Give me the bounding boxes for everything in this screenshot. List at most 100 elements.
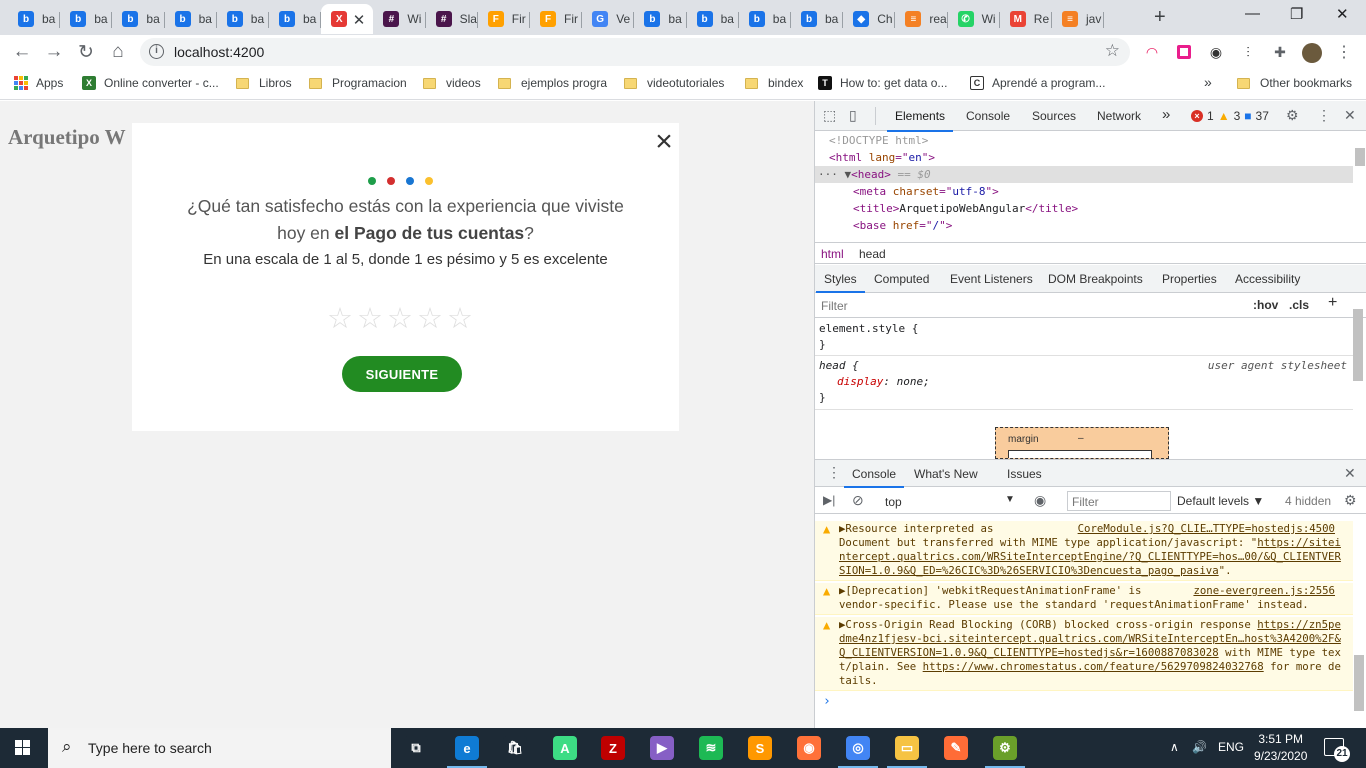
browser-tab[interactable]: G Ve: [582, 4, 635, 34]
close-icon[interactable]: ×: [649, 127, 679, 157]
head-node-selected[interactable]: ··· ▼<head> == $0: [815, 166, 1353, 183]
next-button[interactable]: SIGUIENTE: [342, 356, 462, 392]
tab-console[interactable]: Console: [966, 109, 1010, 123]
spotify-icon[interactable]: ≋: [699, 736, 723, 760]
site-info-icon[interactable]: i: [149, 44, 164, 59]
bookmark-folder[interactable]: videotutoriales: [624, 76, 724, 90]
browser-tab[interactable]: X ✕: [321, 4, 374, 34]
browser-tab[interactable]: ✆ Wi: [948, 4, 1000, 34]
title-node[interactable]: <title>ArquetipoWebAngular</title>: [853, 200, 1078, 217]
styles-scrollbar[interactable]: [1353, 309, 1363, 381]
home-icon[interactable]: ⌂: [106, 41, 130, 63]
tab-elements[interactable]: Elements: [886, 109, 954, 132]
browser-tab[interactable]: F Fir: [478, 4, 530, 34]
settings-gear-icon[interactable]: ⚙: [1286, 107, 1299, 124]
chevron-down-icon[interactable]: ▼: [1005, 494, 1015, 505]
windows-start-icon[interactable]: [15, 740, 30, 755]
other-bookmarks-folder[interactable]: Other bookmarks: [1237, 76, 1352, 90]
clear-console-icon[interactable]: ⊘: [852, 492, 864, 509]
edge-icon[interactable]: e: [455, 736, 479, 760]
browser-tab[interactable]: b ba: [217, 4, 269, 34]
browser-tab[interactable]: ◆ Ch: [843, 4, 896, 34]
chrome-icon[interactable]: ◎: [846, 736, 870, 760]
reload-icon[interactable]: ↻: [74, 41, 98, 64]
sublime-icon[interactable]: S: [748, 736, 772, 760]
bookmark-folder[interactable]: bindex: [745, 76, 803, 90]
minimize-icon[interactable]: —: [1245, 5, 1260, 22]
console-prompt[interactable]: ›: [823, 694, 831, 709]
action-center-icon[interactable]: 21: [1324, 738, 1350, 762]
android-app-icon[interactable]: ⚙: [993, 736, 1017, 760]
input-language[interactable]: ENG: [1218, 740, 1244, 754]
browser-tab[interactable]: F Fir: [530, 4, 583, 34]
issue-counters[interactable]: × 1 ▲ 3 ■ 37: [1191, 109, 1269, 123]
tab-accessibility[interactable]: Accessibility: [1235, 272, 1300, 286]
star-icon[interactable]: ☆: [357, 304, 383, 334]
browser-tab[interactable]: M Re: [1000, 4, 1052, 34]
browser-tab[interactable]: b ba: [165, 4, 217, 34]
log-levels-dropdown[interactable]: Default levels ▼: [1177, 494, 1264, 508]
elements-scrollbar[interactable]: [1355, 148, 1365, 166]
back-icon[interactable]: ←: [10, 41, 34, 63]
bookmark-item[interactable]: Apps: [14, 76, 63, 90]
console-filter-input[interactable]: Filter: [1067, 491, 1171, 511]
source-link[interactable]: CoreModule.js?Q_CLIE…TTYPE=hostedjs:4500: [1078, 522, 1335, 535]
console-scrollbar[interactable]: [1354, 655, 1364, 711]
bookmarks-overflow-icon[interactable]: »: [1204, 74, 1212, 90]
html-node[interactable]: <html lang="en">: [829, 149, 935, 166]
tab-sources[interactable]: Sources: [1032, 109, 1076, 123]
bookmark-item[interactable]: X Online converter - c...: [82, 76, 219, 90]
hover-state-toggle[interactable]: :hov: [1253, 298, 1278, 312]
star-icon[interactable]: ☆: [417, 304, 443, 334]
star-rating[interactable]: ☆ ☆ ☆ ☆ ☆: [327, 304, 473, 334]
tab-computed[interactable]: Computed: [874, 272, 929, 286]
firefox-icon[interactable]: ◉: [797, 736, 821, 760]
tab-network[interactable]: Network: [1097, 109, 1141, 123]
live-expression-eye-icon[interactable]: ◉: [1034, 492, 1046, 509]
class-toggle[interactable]: .cls: [1289, 298, 1309, 312]
close-tab-icon[interactable]: ✕: [353, 11, 366, 29]
new-rule-icon[interactable]: +: [1328, 294, 1337, 312]
console-link[interactable]: https://www.chromestatus.com/feature/562…: [923, 660, 1264, 673]
bookmark-folder[interactable]: Programacion: [309, 76, 407, 90]
close-drawer-icon[interactable]: ✕: [1344, 465, 1356, 482]
tab-properties[interactable]: Properties: [1162, 272, 1217, 286]
browser-tab[interactable]: b ba: [739, 4, 791, 34]
extensions-puzzle-icon[interactable]: ✚: [1271, 43, 1289, 61]
meta-node[interactable]: <meta charset="utf-8">: [853, 183, 999, 200]
extension-rainbow-icon[interactable]: ◠: [1143, 43, 1161, 61]
browser-tab[interactable]: b ba: [687, 4, 739, 34]
extension-magenta-square-icon[interactable]: [1175, 43, 1193, 61]
browser-tab[interactable]: b ba: [269, 4, 322, 34]
android-studio-icon[interactable]: A: [553, 736, 577, 760]
profile-avatar[interactable]: [1302, 43, 1322, 63]
close-devtools-icon[interactable]: ✕: [1344, 107, 1356, 124]
bookmark-folder[interactable]: videos: [423, 76, 481, 90]
new-tab-icon[interactable]: +: [1154, 6, 1166, 29]
browser-tab[interactable]: # Wi: [373, 4, 426, 34]
tab-dom-breakpoints[interactable]: DOM Breakpoints: [1048, 272, 1143, 286]
system-clock[interactable]: 3:51 PM 9/23/2020: [1254, 731, 1307, 765]
address-bar[interactable]: i localhost:4200 ☆: [140, 38, 1130, 66]
drawer-tab-whats-new[interactable]: What's New: [914, 467, 978, 481]
extension-circle-icon[interactable]: ◉: [1207, 43, 1225, 61]
console-warning-1[interactable]: ▲ ▶Resource interpreted as Document but t…: [815, 521, 1353, 581]
filezilla-icon[interactable]: Z: [601, 736, 625, 760]
bookmark-folder[interactable]: ejemplos progra: [498, 76, 607, 90]
console-warning-3[interactable]: ▲ ▶Cross-Origin Read Blocking (CORB) blo…: [815, 617, 1353, 691]
browser-tab[interactable]: b ba: [112, 4, 165, 34]
base-node[interactable]: <base href="/">: [853, 217, 952, 234]
forward-icon[interactable]: →: [42, 41, 66, 63]
doctype-line[interactable]: <!DOCTYPE html>: [829, 132, 928, 149]
rule-declaration[interactable]: display: none;: [837, 375, 930, 388]
star-icon[interactable]: ☆: [447, 304, 473, 334]
browser-tab[interactable]: ≡ jav: [1052, 4, 1105, 34]
star-icon[interactable]: ☆: [327, 304, 353, 334]
drawer-tab-issues[interactable]: Issues: [1007, 467, 1042, 481]
postman-icon[interactable]: ✎: [944, 736, 968, 760]
bookmark-star-icon[interactable]: ☆: [1105, 41, 1120, 61]
bookmark-folder[interactable]: Libros: [236, 76, 292, 90]
address-url[interactable]: localhost:4200: [174, 44, 264, 60]
chrome-menu-icon[interactable]: ⋮: [1335, 43, 1353, 61]
browser-tab[interactable]: ≡ rea: [895, 4, 948, 34]
